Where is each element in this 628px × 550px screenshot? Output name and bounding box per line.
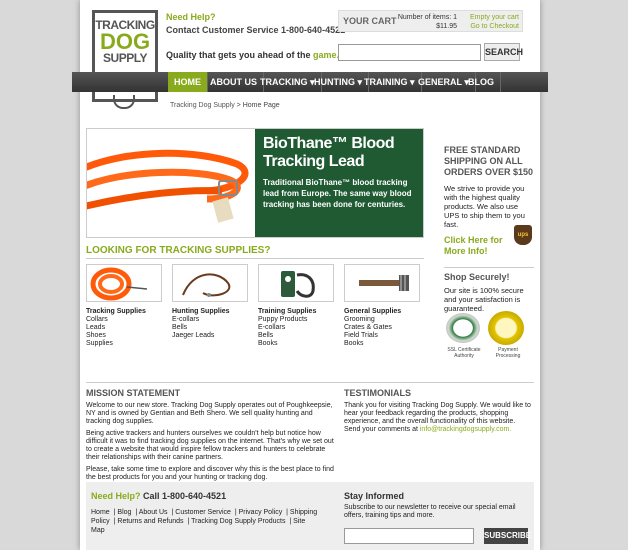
category-tracking[interactable]: Tracking Supplies Collars Leads Shoes Su… [86,264,164,348]
section-divider [86,258,424,259]
ssl-caption: SSL Certificate Authority [447,347,481,359]
tracking-lead-image [87,129,255,237]
category-hunting[interactable]: Hunting Supplies E-collars Bells Jaeger … [172,264,250,340]
category-title: Tracking Supplies [86,308,146,315]
footer-link-about[interactable]: About Us [139,509,168,516]
footer-help: Need Help? Call 1-800-640-4521 [91,491,226,501]
auth-caption: Payment Processing [495,347,521,359]
checkout-link[interactable]: Go to Checkout [467,22,519,31]
logo-line-3: SUPPLY [103,51,147,65]
subscribe-button[interactable]: SUBSCRIBE [484,528,531,544]
category-link[interactable]: E-collars [258,324,336,332]
cart-item-count: Number of items: 1 [397,14,457,21]
mission-paragraph: Welcome to our new store. Tracking Dog S… [86,402,333,425]
cart-summary: YOUR CART Number of items: 1 $11.95 Empt… [338,10,523,32]
need-help-label: Need Help? [166,12,216,22]
cart-links: Empty your cart Go to Checkout [467,13,519,31]
category-link[interactable]: Leads [86,324,164,332]
category-link[interactable]: Shoes [86,332,164,340]
looking-heading: LOOKING FOR TRACKING SUPPLIES? [86,245,271,256]
footer-link-blog[interactable]: Blog [117,509,131,516]
cart-total: $11.95 [436,23,457,30]
hunting-thumb [172,264,248,302]
mission-paragraph: Being active trackers and hunters oursel… [86,430,334,461]
cart-title: YOUR CART [343,16,397,26]
category-link[interactable]: Bells [172,324,250,332]
category-link[interactable]: Collars [86,316,164,324]
testimonials-text: Thank you for visiting Tracking Dog Supp… [344,402,532,434]
empty-cart-link[interactable]: Empty your cart [467,13,519,22]
authorize-net-seal-icon[interactable] [488,311,524,345]
hero-title: BioThane™ Blood Tracking Lead [263,135,395,170]
secure-text: Our site is 100% secure and your satisfa… [444,286,524,313]
footer-link-returns[interactable]: Returns and Refunds [117,518,183,525]
footer-link-products[interactable]: Tracking Dog Supply Products [191,518,285,525]
footer-link-home[interactable]: Home [91,509,110,516]
hero-body: Traditional BioThane™ blood tracking lea… [263,178,412,209]
footer-link-privacy[interactable]: Privacy Policy [239,509,283,516]
breadcrumb-current: > Home Page [234,102,280,109]
footer: Need Help? Call 1-800-640-4521 Home | Bl… [86,482,534,550]
footer-need-help: Need Help? [91,491,141,501]
training-thumb [258,264,334,302]
category-link[interactable]: E-collars [172,316,250,324]
tagline-text: Quality that gets you ahead of the [166,50,314,60]
page: TRACKING DOG SUPPLY Need Help? Contact C… [72,0,548,550]
ssl-seal-icon[interactable] [446,313,480,343]
tagline-emphasis: game. [313,50,340,60]
ups-icon: ups [514,225,532,245]
footer-links: Home | Blog | About Us | Customer Servic… [91,509,318,534]
category-link[interactable]: Jaeger Leads [172,332,250,340]
leash-icon [113,95,135,109]
category-link[interactable]: Supplies [86,340,164,348]
main-nav: HOME ABOUT US TRACKING ▾ HUNTING ▾ TRAIN… [72,72,548,92]
contact-phone: Contact Customer Service 1-800-640-4521 [166,25,346,35]
testimonials-heading: TESTIMONIALS [344,388,411,398]
category-link[interactable]: Grooming [344,316,422,324]
feedback-email-link[interactable]: info@trackingdogsupply.com. [420,426,511,433]
logo-line-2: DOG [99,29,151,54]
newsletter-text: Subscribe to our newsletter to receive o… [344,504,516,519]
mission-paragraph: Please, take some time to explore and di… [86,466,334,481]
shipping-info-link[interactable]: Click Here for More Info! [444,235,506,257]
tracking-thumb [86,264,162,302]
category-link[interactable]: Field Trials [344,332,422,340]
nav-home[interactable]: HOME [168,72,208,92]
nav-blog[interactable]: BLOG [462,72,501,92]
category-link[interactable]: Books [344,340,422,348]
category-title: Training Supplies [258,308,317,315]
newsletter-email-input[interactable] [344,528,474,544]
category-link[interactable]: Books [258,340,336,348]
hero-text-panel: BioThane™ Blood Tracking Lead Traditiona… [255,129,423,237]
search-input[interactable] [338,44,481,61]
hero-banner[interactable]: BioThane™ Blood Tracking Lead Traditiona… [86,128,424,238]
category-link[interactable]: Bells [258,332,336,340]
category-training[interactable]: Training Supplies Puppy Products E-colla… [258,264,336,348]
secure-heading: Shop Securely! [444,272,510,282]
search-button[interactable]: SEARCH [484,43,523,61]
category-title: Hunting Supplies [172,308,230,315]
category-general[interactable]: General Supplies Grooming Crates & Gates… [344,264,422,348]
cart-items: Number of items: 1 $11.95 [395,13,457,31]
category-title: General Supplies [344,308,402,315]
breadcrumb: Tracking Dog Supply > Home Page [170,102,280,109]
footer-link-customer-service[interactable]: Customer Service [175,509,231,516]
sidebar-divider [444,267,534,268]
footer-phone: Call 1-800-640-4521 [140,491,227,501]
lower-divider [86,382,534,383]
general-thumb [344,264,420,302]
breadcrumb-home-link[interactable]: Tracking Dog Supply [170,102,235,109]
mission-text: Welcome to our new store. Tracking Dog S… [86,402,336,486]
tagline: Quality that gets you ahead of the game. [166,50,339,60]
shipping-heading: FREE STANDARD SHIPPING ON ALL ORDERS OVE… [444,145,534,177]
newsletter-heading: Stay Informed [344,491,405,501]
category-link[interactable]: Crates & Gates [344,324,422,332]
shipping-text: We strive to provide you with the highes… [444,184,525,229]
mission-heading: MISSION STATEMENT [86,388,181,398]
category-link[interactable]: Puppy Products [258,316,336,324]
sidebar: FREE STANDARD SHIPPING ON ALL ORDERS OVE… [444,145,534,359]
